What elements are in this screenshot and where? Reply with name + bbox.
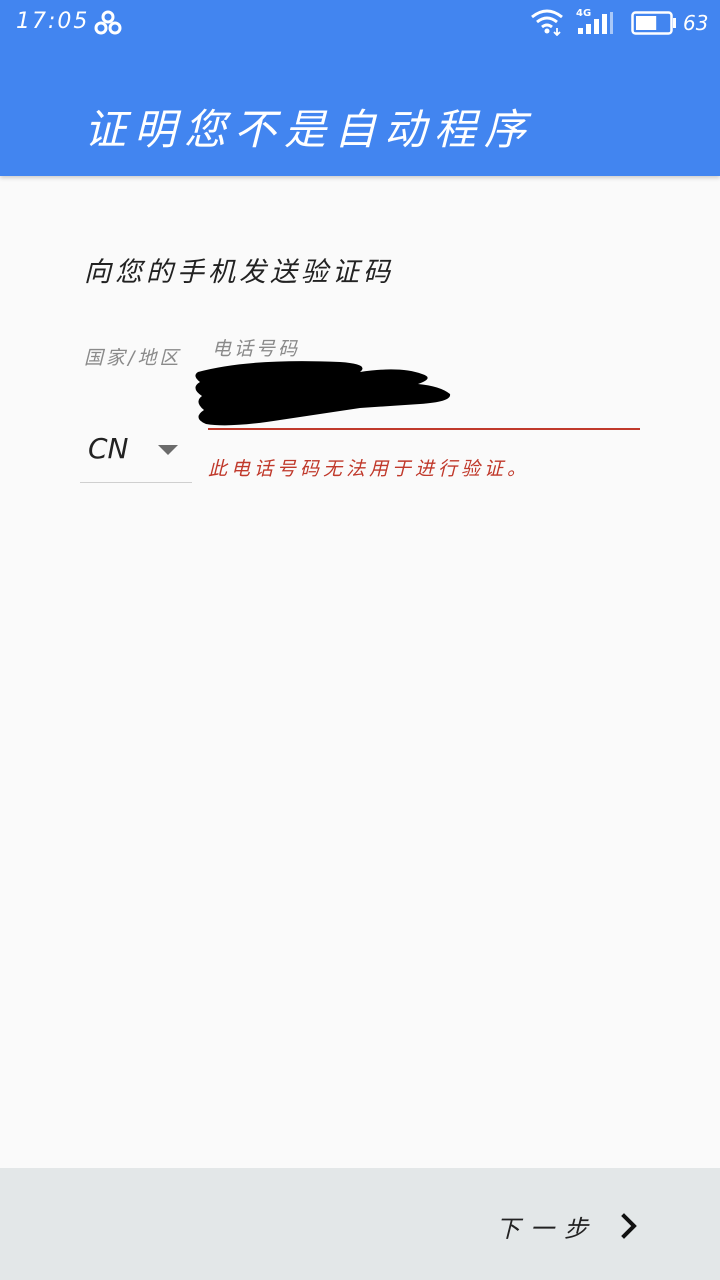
verification-form: 向您的手机发送验证码 国家/地区 电话号码 CN 此电话号码无法用于进行验证。 xyxy=(0,176,720,1168)
bottom-bar: 下一步 xyxy=(0,1168,720,1280)
page-title: 证明您不是自动程序 xyxy=(84,105,535,154)
error-message: 此电话号码无法用于进行验证。 xyxy=(208,458,531,480)
next-button-label: 下一步 xyxy=(496,1214,598,1243)
country-value: CN xyxy=(88,432,129,465)
country-dropdown[interactable]: CN xyxy=(80,426,192,483)
app-header: 17:05 4G 63 证明您不是自动程序 xyxy=(0,0,720,176)
next-button[interactable]: 下一步 xyxy=(496,1206,640,1246)
cell-signal-icon xyxy=(578,12,613,34)
status-bar: 17:05 4G 63 xyxy=(0,0,720,46)
country-label: 国家/地区 xyxy=(84,347,182,369)
app-notification-icon xyxy=(94,10,122,35)
chevron-right-icon xyxy=(621,1213,637,1239)
status-time: 17:05 xyxy=(16,9,90,34)
battery-icon xyxy=(631,11,676,35)
dropdown-arrow-icon xyxy=(158,445,178,455)
screen: 17:05 4G 63 证明您不是自动程序 向您的手机发送验证码 国家/地区 电… xyxy=(0,0,720,1280)
battery-level: 63 xyxy=(683,11,709,35)
phone-label: 电话号码 xyxy=(212,338,301,360)
form-prompt: 向您的手机发送验证码 xyxy=(84,257,394,288)
phone-number-input[interactable] xyxy=(208,362,640,430)
wifi-icon xyxy=(531,9,563,36)
